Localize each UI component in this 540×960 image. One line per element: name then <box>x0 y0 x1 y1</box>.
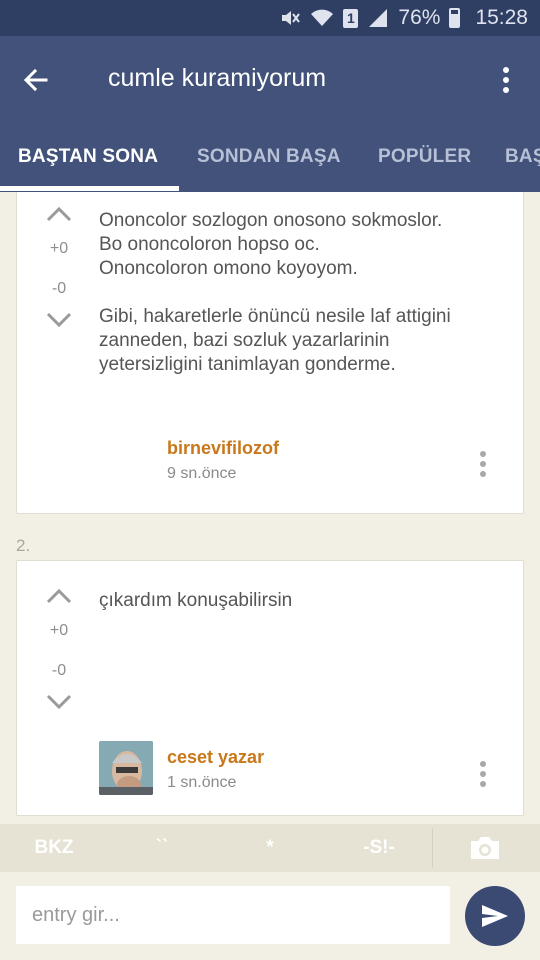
entry-text: Ononcolor sozlogon onosono sokmoslor. Bo… <box>99 210 451 375</box>
sim-icon: 1 <box>343 8 359 28</box>
battery-icon <box>449 8 461 28</box>
upvote-button[interactable] <box>39 197 79 231</box>
mute-icon <box>279 8 301 28</box>
more-vert-icon <box>480 451 486 477</box>
signal-icon <box>367 8 389 28</box>
author-name[interactable]: ceset yazar <box>167 747 264 768</box>
bkz-button[interactable]: BKZ <box>16 824 92 872</box>
upvote-button[interactable] <box>39 579 79 613</box>
vote-controls: +0 -0 <box>39 579 79 719</box>
downvote-button[interactable] <box>39 685 79 719</box>
entry-list[interactable]: +0 -0 Ononcolor sozlogon onosono sokmosl… <box>0 192 540 824</box>
spoiler-button[interactable]: -S!- <box>344 824 414 872</box>
author-name[interactable]: birnevifilozof <box>167 438 279 459</box>
backtick-button[interactable]: `` <box>130 824 194 872</box>
avatar[interactable] <box>99 741 153 795</box>
overflow-menu-button[interactable] <box>486 60 526 100</box>
entry-time: 1 sn.önce <box>167 774 237 791</box>
entry-card: +0 -0 çıkardım konuşabilirsin ceset yaza… <box>16 560 524 816</box>
wifi-icon <box>310 8 334 28</box>
entry-time: 9 sn.önce <box>167 465 237 482</box>
camera-icon <box>471 837 499 859</box>
downvote-count: -0 <box>51 662 67 679</box>
tab-bar: BAŞTAN SONA SONDAN BAŞA POPÜLER BAŞ <box>0 124 540 192</box>
send-icon <box>482 905 508 927</box>
back-button[interactable] <box>14 60 58 100</box>
status-bar: 1 76% 15:28 <box>0 0 540 36</box>
entry-number: 2. <box>16 536 31 555</box>
arrow-left-icon <box>23 68 48 92</box>
entry-text: çıkardım konuşabilirsin <box>99 590 293 611</box>
tab-sondan-basa[interactable]: SONDAN BAŞA <box>197 124 341 192</box>
star-button[interactable]: * <box>240 824 300 872</box>
downvote-count: -0 <box>51 280 67 297</box>
compose-bar <box>0 872 540 960</box>
tab-bas[interactable]: BAŞ <box>505 124 540 192</box>
vote-controls: +0 -0 <box>39 197 79 337</box>
tab-bastan-sona[interactable]: BAŞTAN SONA <box>18 124 158 192</box>
downvote-button[interactable] <box>39 303 79 337</box>
entry-menu-button[interactable] <box>471 757 495 791</box>
camera-button[interactable] <box>452 830 518 866</box>
more-vert-icon <box>480 761 486 787</box>
app-bar: cumle kuramiyorum <box>0 36 540 124</box>
more-vert-icon <box>503 67 509 93</box>
battery-percent: 76% <box>398 6 441 29</box>
upvote-count: +0 <box>49 240 69 257</box>
send-button[interactable] <box>465 886 525 946</box>
clock: 15:28 <box>475 6 528 29</box>
active-tab-indicator <box>0 186 179 191</box>
tab-populer[interactable]: POPÜLER <box>378 124 471 192</box>
entry-input[interactable] <box>16 886 450 944</box>
page-title: cumle kuramiyorum <box>108 64 327 92</box>
avatar-image <box>99 741 153 795</box>
upvote-count: +0 <box>49 622 69 639</box>
format-toolbar: BKZ `` * -S!- <box>0 824 540 872</box>
entry-menu-button[interactable] <box>471 447 495 481</box>
toolbar-divider <box>432 828 433 868</box>
entry-card: +0 -0 Ononcolor sozlogon onosono sokmosl… <box>16 192 524 514</box>
